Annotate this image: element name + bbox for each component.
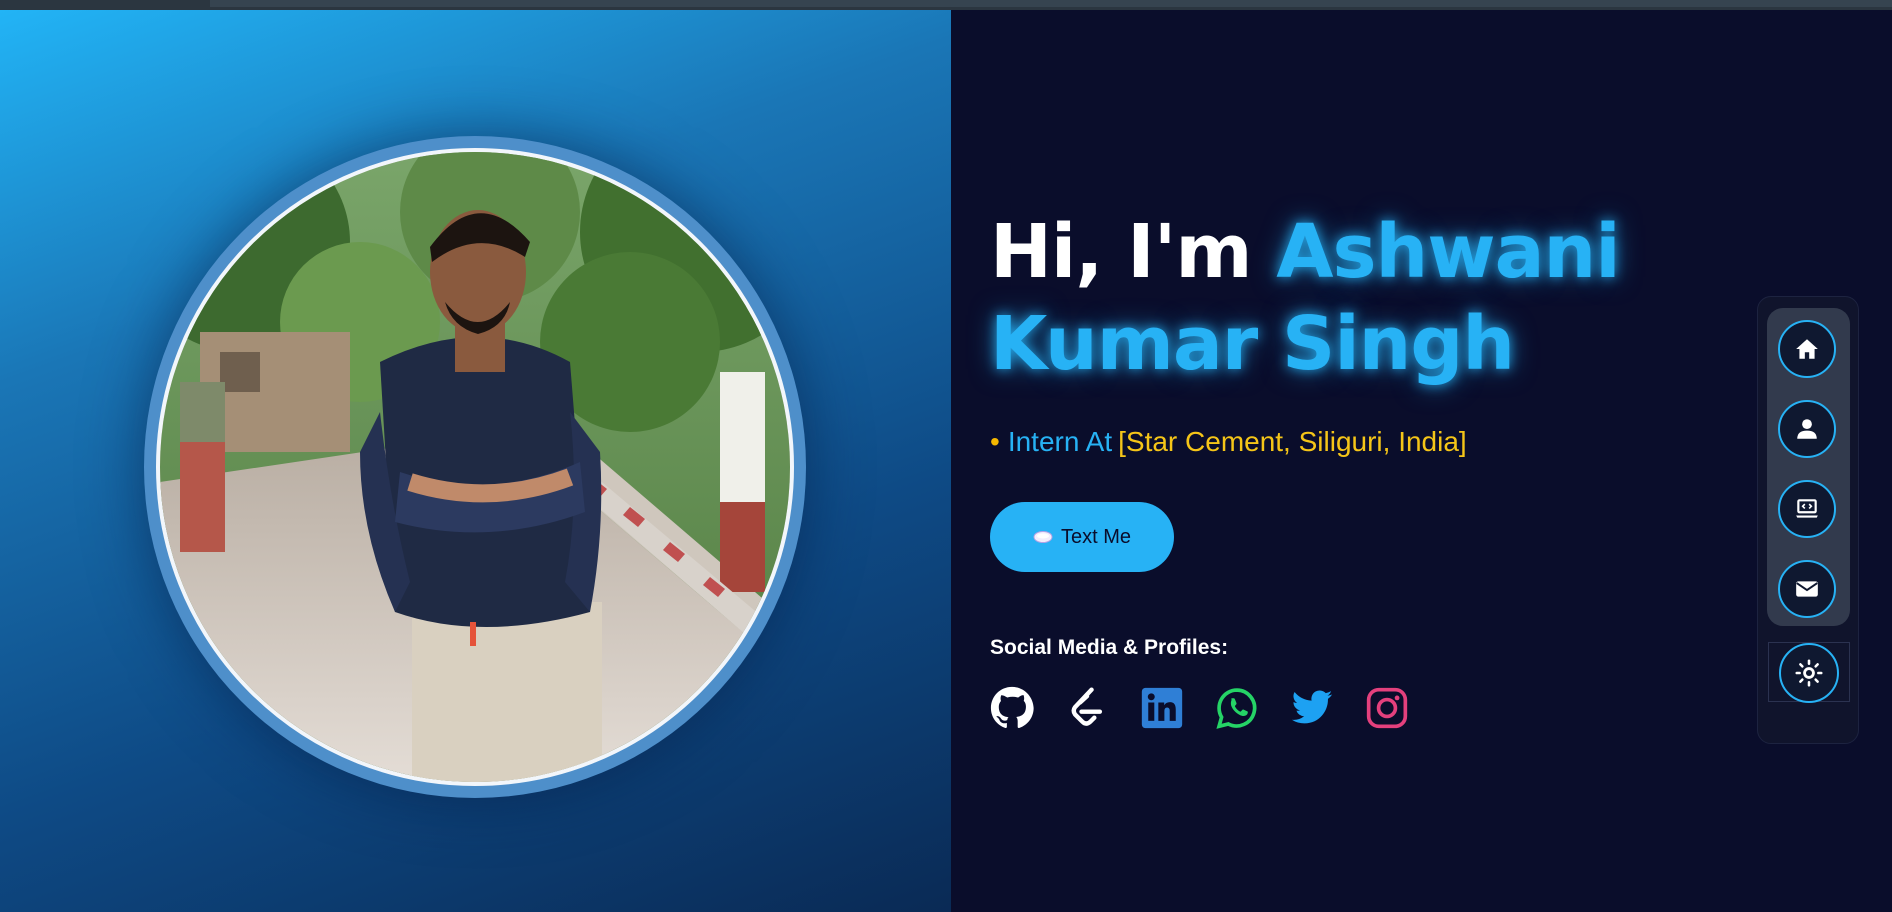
side-navigation	[1757, 296, 1859, 744]
github-icon	[990, 686, 1034, 729]
linkedin-icon	[1141, 687, 1183, 729]
hero-image-panel	[0, 10, 951, 912]
github-link[interactable]	[990, 686, 1034, 730]
instagram-icon	[1366, 687, 1408, 729]
profile-photo-illustration	[160, 152, 790, 782]
whatsapp-icon	[1216, 688, 1257, 729]
twitter-link[interactable]	[1290, 686, 1334, 730]
profile-photo	[156, 148, 794, 786]
leetcode-icon	[1071, 687, 1103, 726]
role-label: Intern At	[1007, 426, 1113, 457]
envelope-icon	[1796, 581, 1818, 597]
browser-top-bar	[0, 0, 1892, 10]
social-links	[990, 686, 1409, 730]
nav-home-button[interactable]	[1778, 320, 1836, 378]
twitter-icon	[1291, 690, 1333, 724]
profile-photo-ring	[144, 136, 806, 798]
text-me-label: Text Me	[1060, 525, 1132, 548]
theme-toggle-button[interactable]	[1779, 643, 1839, 703]
theme-toggle-container	[1768, 642, 1850, 703]
leetcode-link[interactable]	[1065, 686, 1109, 730]
laptop-code-icon	[1796, 499, 1818, 518]
role-line: • Intern At [Star Cement, Siliguri, India]	[990, 424, 1467, 460]
nav-projects-button[interactable]	[1778, 480, 1836, 538]
side-nav-group	[1767, 308, 1850, 626]
instagram-link[interactable]	[1365, 686, 1409, 730]
sun-icon	[1795, 659, 1823, 687]
hero-title: Hi, I'm Ashwani Kumar Singh	[990, 206, 1870, 390]
role-bullet: •	[990, 426, 1000, 457]
hero-content-panel	[951, 10, 1892, 912]
user-icon	[1797, 419, 1817, 439]
role-company: [Star Cement, Siliguri, India]	[1118, 426, 1467, 457]
browser-top-bar-inner	[210, 0, 1892, 7]
whatsapp-link[interactable]	[1215, 686, 1259, 730]
nav-contact-button[interactable]	[1778, 560, 1836, 618]
greeting-text: Hi, I'm	[990, 209, 1277, 295]
linkedin-link[interactable]	[1140, 686, 1184, 730]
home-icon	[1796, 339, 1818, 359]
nav-about-button[interactable]	[1778, 400, 1836, 458]
speech-bubble-icon	[1033, 531, 1053, 543]
text-me-button[interactable]: Text Me	[990, 502, 1174, 572]
social-heading: Social Media & Profiles:	[990, 636, 1229, 659]
